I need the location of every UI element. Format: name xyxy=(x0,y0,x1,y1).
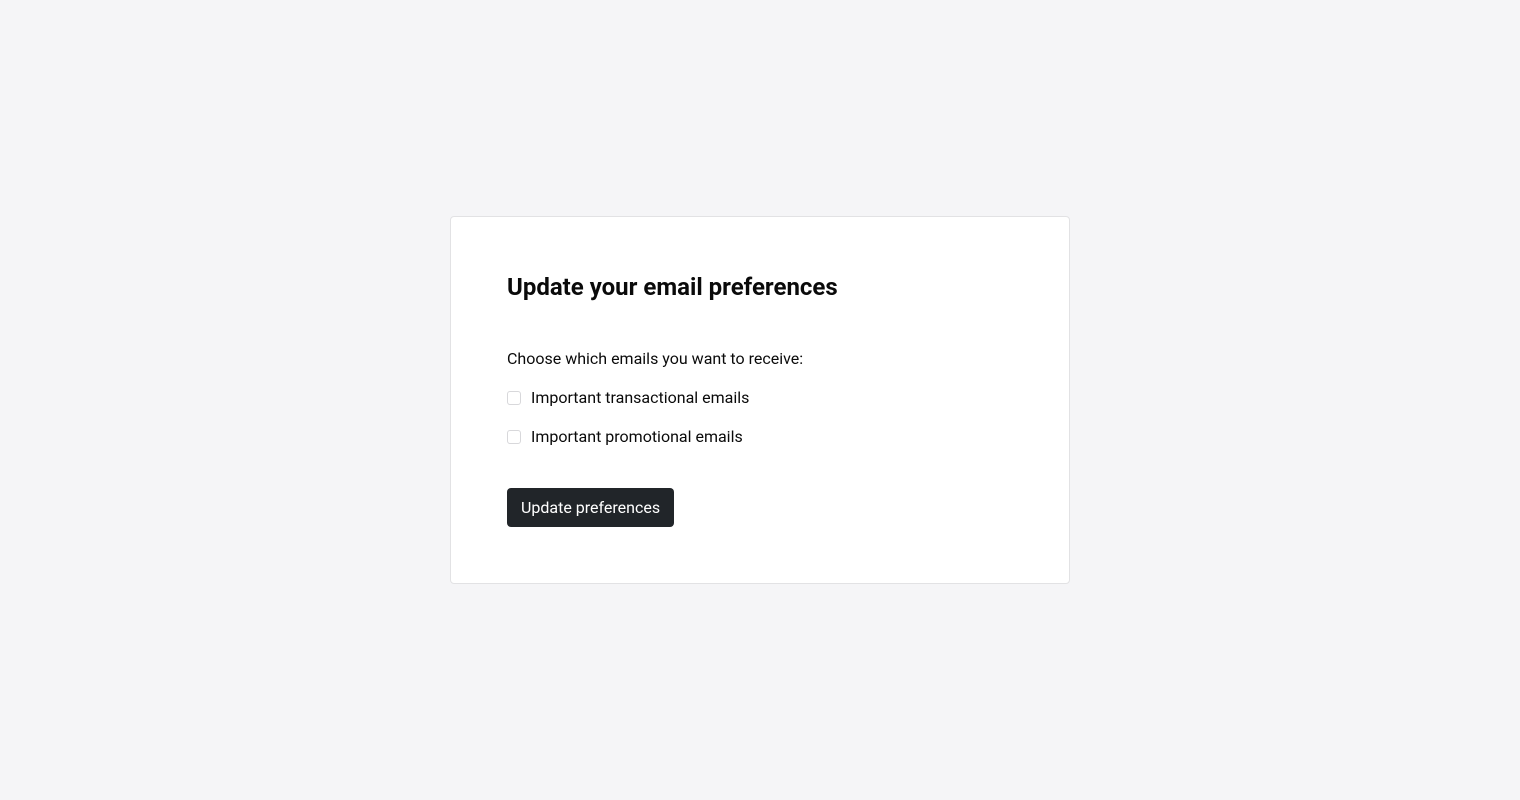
option-row-promotional: Important promotional emails xyxy=(507,427,1013,446)
option-row-transactional: Important transactional emails xyxy=(507,388,1013,407)
transactional-emails-checkbox[interactable] xyxy=(507,391,521,405)
email-preferences-card: Update your email preferences Choose whi… xyxy=(450,216,1070,584)
transactional-emails-label[interactable]: Important transactional emails xyxy=(531,388,749,407)
promotional-emails-label[interactable]: Important promotional emails xyxy=(531,427,743,446)
card-title: Update your email preferences xyxy=(507,273,1013,301)
update-preferences-button[interactable]: Update preferences xyxy=(507,488,674,527)
intro-text: Choose which emails you want to receive: xyxy=(507,349,1013,368)
promotional-emails-checkbox[interactable] xyxy=(507,430,521,444)
